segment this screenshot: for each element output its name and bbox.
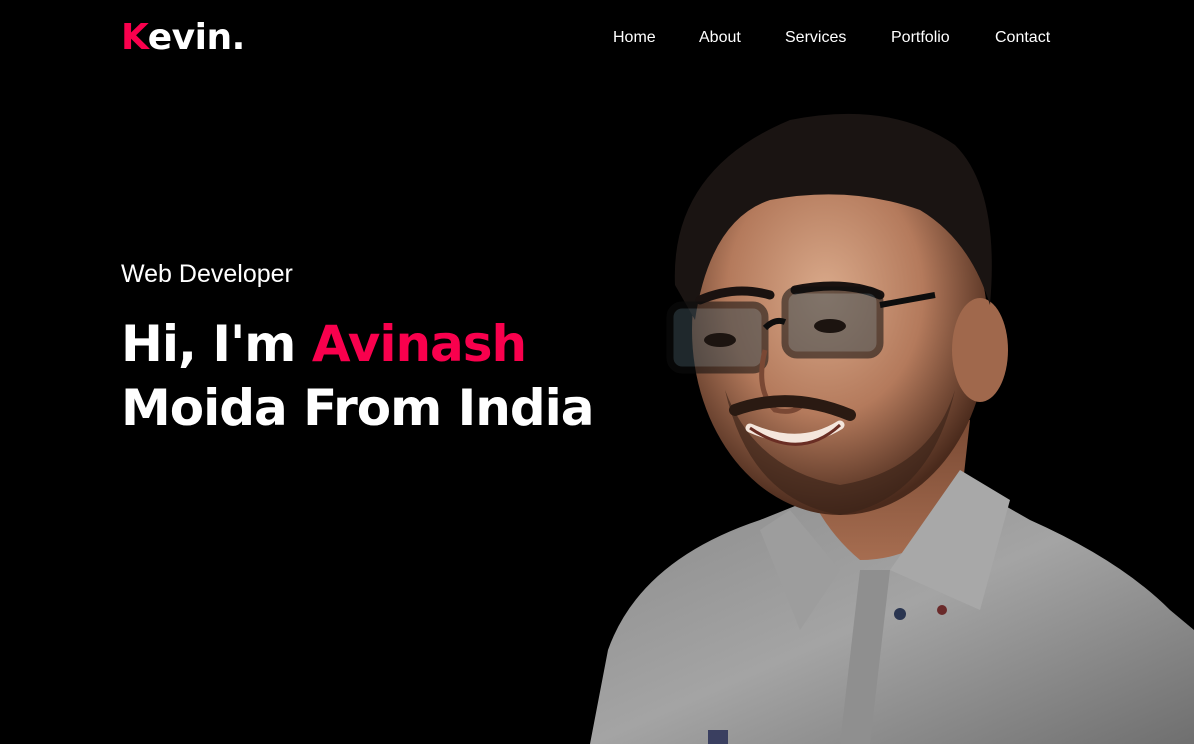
nav-services-link[interactable]: Services: [785, 28, 846, 48]
headline-line2: Moida From India: [121, 379, 595, 437]
logo-accent-letter: K: [121, 17, 148, 58]
nav-home-link[interactable]: Home: [613, 28, 656, 48]
headline-highlight: Avinash: [311, 315, 527, 373]
hero-subtitle: Web Developer: [121, 260, 293, 288]
site-logo[interactable]: Kevin.: [121, 16, 245, 60]
nav-portfolio-link[interactable]: Portfolio: [891, 28, 950, 48]
logo-text: evin.: [147, 17, 246, 58]
hero-portrait-image: [590, 113, 1194, 744]
page: Kevin. Home About Services Portfolio Con…: [0, 0, 1194, 744]
headline-prefix: Hi, I'm: [121, 315, 312, 373]
nav-about-link[interactable]: About: [699, 28, 741, 48]
nav-contact-link[interactable]: Contact: [995, 28, 1050, 48]
